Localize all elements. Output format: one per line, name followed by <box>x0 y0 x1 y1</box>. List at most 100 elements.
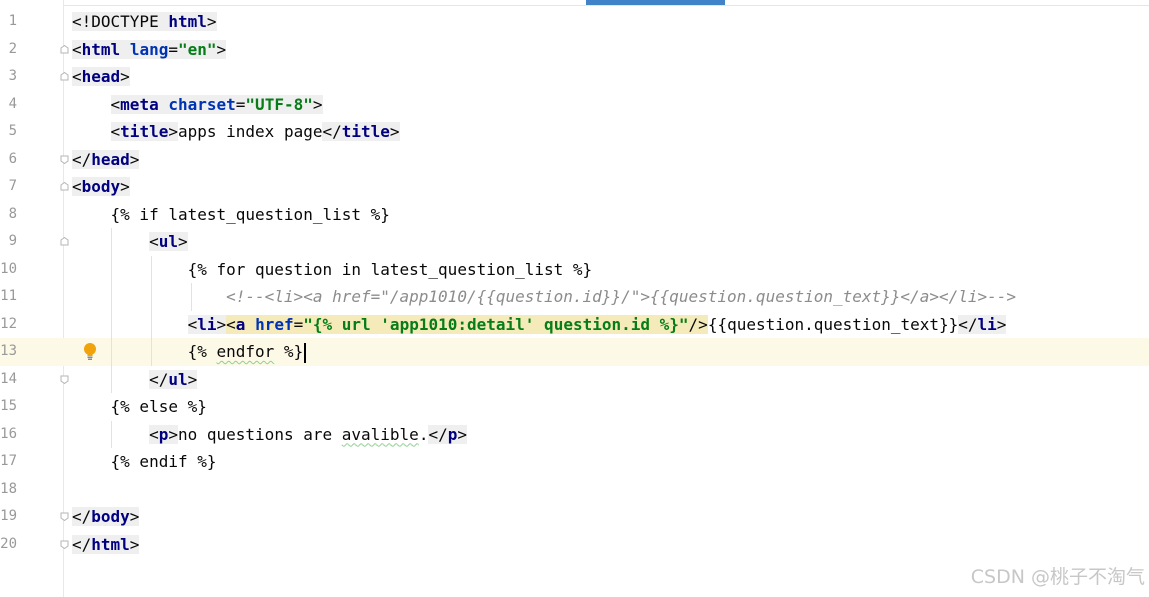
code-line[interactable]: 1 <!DOCTYPE html> <box>0 8 1149 36</box>
code-text: <body> <box>72 173 130 201</box>
equals-token: = <box>235 94 246 114</box>
code-line[interactable]: 2 <html lang="en"> <box>0 36 1149 64</box>
code-text: <html lang="en"> <box>72 36 227 64</box>
active-tab-indicator[interactable] <box>586 0 725 5</box>
code-text: {% endif %} <box>72 448 217 476</box>
code-line[interactable]: 20 </html> <box>0 531 1149 559</box>
code-line[interactable]: 17 {% endif %} <box>0 448 1149 476</box>
code-line[interactable]: 15 {% else %} <box>0 393 1149 421</box>
bracket-token: > <box>129 149 140 169</box>
bracket-token: < <box>72 177 82 196</box>
line-number: 5 <box>8 123 17 139</box>
line-number: 20 <box>0 535 17 552</box>
code-text: <ul> <box>72 228 188 256</box>
code-text: <head> <box>72 63 130 91</box>
code-line[interactable]: 18 <box>0 476 1149 504</box>
fold-marker-icon[interactable] <box>60 155 69 164</box>
bracket-token: /> <box>688 314 708 334</box>
code-line[interactable]: 8 {% if latest_question_list %} <box>0 201 1149 229</box>
tag-token: title <box>120 122 169 141</box>
line-number: 19 <box>0 508 17 524</box>
bracket-token: > <box>129 534 140 554</box>
code-line[interactable]: 19 </body> <box>0 503 1149 531</box>
code-line-current[interactable]: 13 {% endfor %} <box>0 338 1149 366</box>
bracket-token: > <box>120 177 130 196</box>
bracket-token: </ <box>72 149 92 169</box>
watermark: CSDN @桃子不淘气 <box>970 566 1145 588</box>
code-line[interactable]: 9 <ul> <box>0 228 1149 256</box>
template-keyword-token: endfor <box>216 342 275 361</box>
code-line[interactable]: 3 <head> <box>0 63 1149 91</box>
tag-token: li <box>977 314 997 334</box>
bracket-token: > <box>168 122 178 141</box>
typo-token: avalible <box>341 424 419 444</box>
value-token: "{% url 'app1010:detail' question.id %}" <box>303 314 689 334</box>
code-text: <!DOCTYPE html> <box>72 8 217 36</box>
code-text: {% for question in latest_question_list … <box>72 256 593 284</box>
tag-token: title <box>341 122 390 141</box>
tag-token: head <box>81 67 121 86</box>
value-token: "en" <box>177 39 217 59</box>
line-number: 16 <box>0 425 17 442</box>
equals-token: = <box>293 314 304 334</box>
bracket-token: > <box>187 369 198 389</box>
code-line[interactable]: 14 </ul> <box>0 365 1149 393</box>
code-line[interactable]: 6 </head> <box>0 146 1149 174</box>
indent-token <box>72 232 149 251</box>
bracket-token: </ <box>958 314 978 334</box>
bracket-token: </ <box>72 534 92 554</box>
tag-token: li <box>197 314 217 334</box>
code-line[interactable]: 12 <li><a href="{% url 'app1010:detail' … <box>0 310 1149 338</box>
line-number: 2 <box>8 40 17 57</box>
bracket-token: > <box>389 122 400 141</box>
tag-token: head <box>91 149 130 169</box>
tag-token: body <box>91 507 130 526</box>
template-tag-token: {% <box>187 342 217 361</box>
tag-token: meta <box>120 94 159 114</box>
fold-marker-icon[interactable] <box>60 72 69 81</box>
tag-token: ul <box>158 232 178 251</box>
text-token: no questions are <box>177 424 342 444</box>
bracket-token: > <box>996 314 1007 334</box>
indent-token <box>72 342 188 361</box>
indent-token <box>72 205 111 224</box>
code-line[interactable]: 4 <meta charset="UTF-8"> <box>0 91 1149 119</box>
template-tag-token: {% if latest_question_list %} <box>110 204 390 224</box>
indent-token <box>72 122 111 141</box>
code-text: <title>apps index page</title> <box>72 118 400 146</box>
fold-marker-icon[interactable] <box>60 512 69 521</box>
bracket-token: > <box>168 424 178 444</box>
bracket-token: < <box>110 122 121 141</box>
fold-marker-icon[interactable] <box>60 182 69 191</box>
fold-marker-icon[interactable] <box>60 44 69 54</box>
bracket-token: </ <box>322 122 342 141</box>
template-tag-token: {% else %} <box>110 397 207 416</box>
comment-token: <!--<li><a href="/app1010/{{question.id}… <box>226 287 1017 306</box>
fold-marker-icon[interactable] <box>60 375 69 384</box>
bracket-token: < <box>72 67 82 86</box>
bracket-token: < <box>226 314 236 334</box>
fold-marker-icon[interactable] <box>60 237 69 246</box>
line-number: 8 <box>8 205 17 222</box>
code-line[interactable]: 11 <!--<li><a href="/app1010/{{question.… <box>0 283 1149 311</box>
doctype-token: <!DOCTYPE <box>72 12 169 31</box>
bracket-token: > <box>457 424 467 444</box>
code-text: </html> <box>72 531 140 559</box>
code-line[interactable]: 10 {% for question in latest_question_li… <box>0 255 1149 284</box>
equals-token: = <box>168 39 178 59</box>
code-line[interactable]: 5 <title>apps index page</title> <box>0 118 1149 146</box>
indent-token <box>72 397 111 416</box>
template-tag-token: {% for question in latest_question_list … <box>187 259 593 279</box>
line-number: 6 <box>8 150 17 167</box>
code-line[interactable]: 16 <p>no questions are avalible.</p> <box>0 420 1149 448</box>
template-tag-token: {% endif %} <box>110 452 217 471</box>
indent-token <box>72 287 226 306</box>
code-line[interactable]: 7 <body> <box>0 173 1149 201</box>
line-number: 13 <box>0 343 17 359</box>
code-text: </head> <box>72 146 140 174</box>
fold-marker-icon[interactable] <box>60 540 69 549</box>
code-text: <!--<li><a href="/app1010/{{question.id}… <box>72 283 1016 311</box>
code-editor[interactable]: 1 <!DOCTYPE html> 2 <html lang="en"> 3 <… <box>0 8 1149 558</box>
